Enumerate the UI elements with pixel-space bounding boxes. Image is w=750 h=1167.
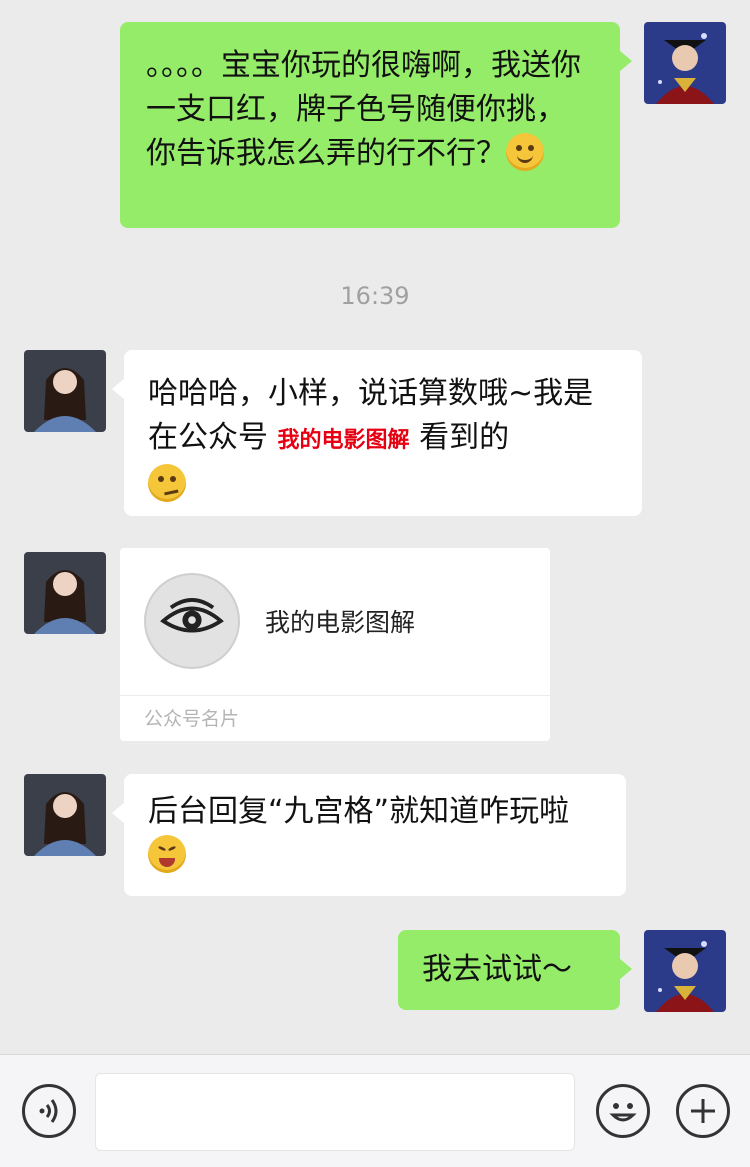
card-divider xyxy=(120,695,550,696)
outgoing-message-bubble[interactable]: 我去试试～ xyxy=(398,930,632,1010)
message-text: 后台回复“九宫格”就知道咋玩啦 xyxy=(148,794,570,829)
incoming-message-bubble[interactable]: 哈哈哈，小样，说话算数哦~我是在公众号 我的电影图解 看到的 xyxy=(112,350,642,516)
eye-film-icon xyxy=(144,573,240,669)
message-text: 我去试试～ xyxy=(422,952,572,987)
official-account-card[interactable]: 我的电影图解 公众号名片 xyxy=(120,548,550,741)
my-avatar[interactable] xyxy=(644,930,726,1012)
smirk-emoji xyxy=(148,464,186,502)
emoji-icon[interactable] xyxy=(596,1084,650,1138)
plus-icon[interactable] xyxy=(676,1084,730,1138)
contact-avatar[interactable] xyxy=(24,350,106,432)
account-name-highlight: 我的电影图解 xyxy=(277,428,410,453)
outgoing-message-bubble[interactable]: 。。。。宝宝你玩的很嗨啊，我送你一支口红，牌子色号随便你挑，你告诉我怎么弄的行不… xyxy=(120,22,632,228)
tongue-out-emoji xyxy=(148,835,186,873)
incoming-message-bubble[interactable]: 后台回复“九宫格”就知道咋玩啦 xyxy=(112,774,626,896)
contact-avatar[interactable] xyxy=(24,774,106,856)
contact-avatar[interactable] xyxy=(24,552,106,634)
voice-icon[interactable] xyxy=(22,1084,76,1138)
message-timestamp: 16:39 xyxy=(340,282,410,310)
message-input[interactable] xyxy=(95,1073,575,1151)
card-type-label: 公众号名片 xyxy=(144,708,240,730)
message-text-tail: 看到的 xyxy=(419,420,510,455)
chat-input-bar xyxy=(0,1054,750,1167)
card-account-name: 我的电影图解 xyxy=(265,608,416,637)
facepalm-emoji xyxy=(506,133,544,171)
my-avatar[interactable] xyxy=(644,22,726,104)
